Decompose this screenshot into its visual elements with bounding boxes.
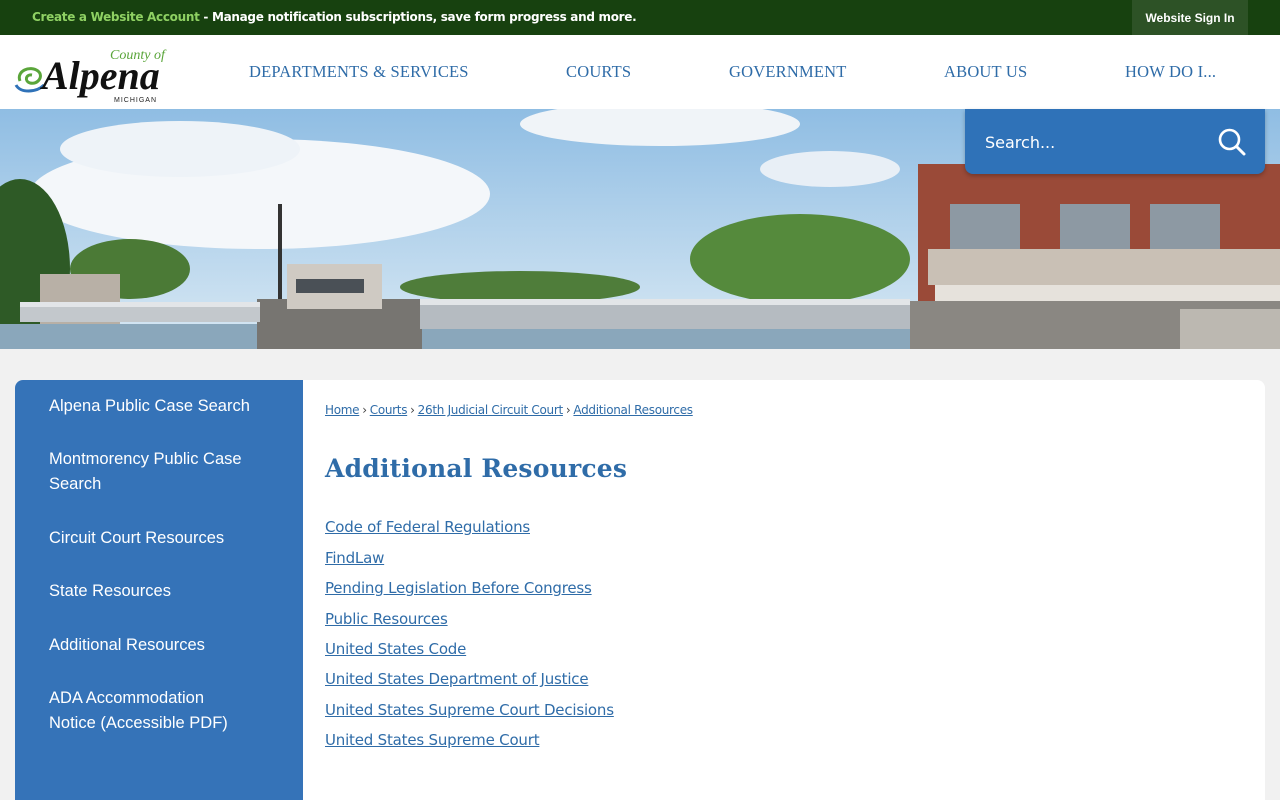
breadcrumb-home[interactable]: Home: [325, 403, 360, 417]
logo-state: MICHIGAN: [114, 97, 157, 104]
breadcrumb-courts[interactable]: Courts: [370, 403, 408, 417]
link-department-of-justice[interactable]: United States Department of Justice: [325, 670, 589, 688]
link-united-states-code[interactable]: United States Code: [325, 640, 466, 658]
sidebar-nav: Alpena Public Case Search Montmorency Pu…: [15, 380, 303, 800]
website-sign-in-button[interactable]: Website Sign In: [1132, 0, 1248, 35]
sidebar-item-circuit-court-resources[interactable]: Circuit Court Resources: [49, 526, 289, 551]
nav-government[interactable]: GOVERNMENT: [729, 62, 847, 82]
logo-name: Alpena: [39, 53, 160, 98]
search-input[interactable]: [985, 131, 1205, 153]
breadcrumb-separator: ›: [362, 403, 367, 417]
nav-courts[interactable]: COURTS: [566, 62, 631, 82]
search-icon[interactable]: [1217, 127, 1247, 157]
link-code-of-federal-regulations[interactable]: Code of Federal Regulations: [325, 518, 530, 536]
sidebar-item-montmorency-case-search[interactable]: Montmorency Public Case Search: [49, 447, 279, 497]
county-logo[interactable]: County of Alpena MICHIGAN: [12, 41, 182, 105]
breadcrumb-circuit-court[interactable]: 26th Judicial Circuit Court: [418, 403, 564, 417]
sidebar-item-alpena-case-search[interactable]: Alpena Public Case Search: [49, 394, 289, 419]
breadcrumb-separator: ›: [565, 403, 571, 417]
main-content: Home › Courts › 26th Judicial Circuit Court ›…: [303, 380, 1265, 800]
nav-departments-services[interactable]: DEPARTMENTS & SERVICES: [249, 62, 469, 82]
nav-how-do-i[interactable]: HOW DO I...: [1125, 62, 1216, 82]
link-supreme-court[interactable]: United States Supreme Court: [325, 731, 540, 749]
link-supreme-court-decisions[interactable]: United States Supreme Court Decisions: [325, 701, 614, 719]
link-pending-legislation[interactable]: Pending Legislation Before Congress: [325, 579, 592, 597]
site-header: County of Alpena MICHIGAN DEPARTMENTS & …: [0, 35, 1280, 109]
sidebar-item-state-resources[interactable]: State Resources: [49, 579, 289, 604]
create-account-link[interactable]: Create a Website Account: [32, 10, 200, 24]
link-public-resources[interactable]: Public Resources: [325, 610, 448, 628]
breadcrumb: Home › Courts › 26th Judicial Circuit Court ›…: [325, 403, 693, 417]
nav-about-us[interactable]: ABOUT US: [944, 62, 1027, 82]
breadcrumb-separator: ›: [410, 403, 415, 417]
notification-message: Create a Website Account - Manage notifi…: [32, 10, 637, 24]
breadcrumb-additional-resources[interactable]: Additional Resources: [573, 403, 693, 417]
notification-text: - Manage notification subscriptions, sav…: [199, 10, 637, 24]
sidebar-item-ada-notice[interactable]: ADA Accommodation Notice (Accessible PDF…: [49, 686, 249, 736]
logo-swirl-icon: [17, 67, 42, 85]
page-title: Additional Resources: [325, 454, 628, 483]
sidebar-item-additional-resources[interactable]: Additional Resources: [49, 633, 289, 658]
search-box: [965, 109, 1265, 174]
notification-bar: Create a Website Account - Manage notifi…: [0, 0, 1280, 35]
link-findlaw[interactable]: FindLaw: [325, 549, 384, 567]
